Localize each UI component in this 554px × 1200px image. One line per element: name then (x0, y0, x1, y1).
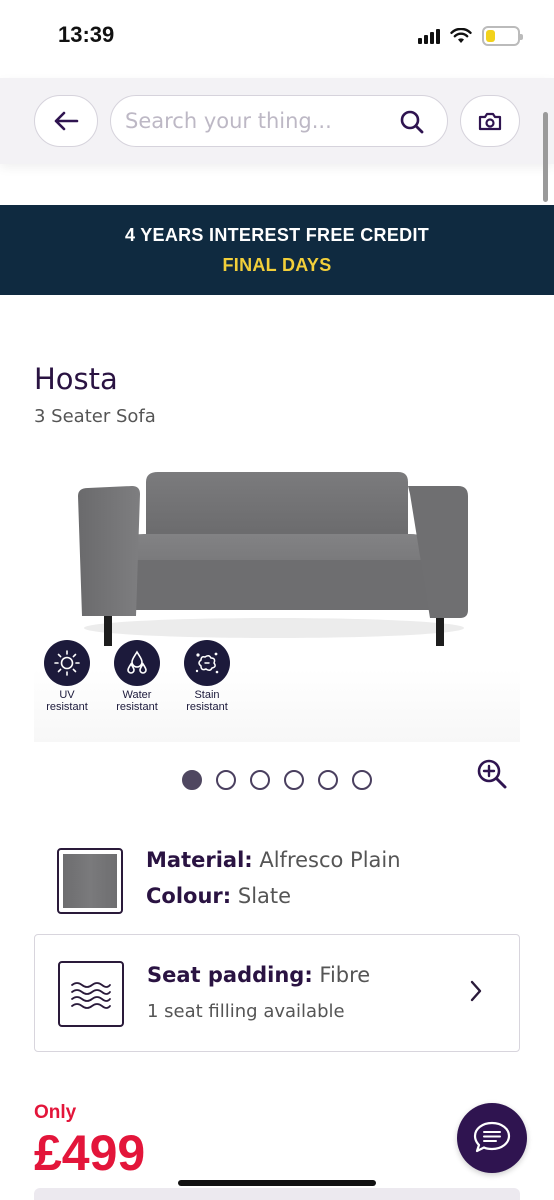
bottom-bar (34, 1188, 520, 1200)
search-header (0, 78, 554, 164)
water-drops-icon (127, 650, 147, 674)
price-value: £499 (34, 1125, 146, 1181)
chat-bubble-icon (473, 1121, 511, 1153)
chat-button[interactable] (457, 1103, 527, 1173)
camera-icon (478, 112, 502, 131)
seat-padding-option[interactable]: Seat padding: Fibre 1 seat filling avail… (34, 934, 520, 1052)
seat-padding-subtitle: 1 seat filling available (147, 1001, 345, 1022)
search-box[interactable] (110, 95, 448, 147)
home-indicator (178, 1180, 376, 1186)
badge-stain-label: Stain resistant (186, 689, 228, 713)
scrollbar[interactable] (543, 112, 548, 202)
promo-subline: FINAL DAYS (222, 255, 332, 275)
fibre-waves-icon (71, 982, 111, 1009)
promo-headline: 4 YEARS INTEREST FREE CREDIT (124, 225, 430, 245)
gallery-dot[interactable] (182, 770, 202, 790)
search-input[interactable] (125, 106, 385, 136)
seat-padding-title: Seat padding: Fibre (147, 963, 371, 987)
battery-icon (482, 26, 523, 46)
feature-badges: UV resistant Water resistant Stain resist (38, 640, 236, 713)
back-button[interactable] (34, 95, 98, 147)
status-time: 13:39 (58, 22, 115, 47)
wifi-icon (450, 28, 472, 43)
gallery-dot[interactable] (352, 770, 372, 790)
badge-uv-label: UV resistant (46, 689, 88, 713)
swatch-color (63, 854, 117, 908)
search-icon[interactable] (399, 109, 425, 135)
product-title: Hosta (34, 362, 118, 396)
product-subtitle: 3 Seater Sofa (34, 406, 156, 427)
camera-search-button[interactable] (460, 95, 520, 147)
arrow-left-icon (54, 111, 79, 131)
status-bar: 13:39 (0, 0, 554, 78)
gallery-dot[interactable] (318, 770, 338, 790)
badge-stain: Stain resistant (178, 640, 236, 713)
colour-row: Colour: Slate (146, 884, 292, 908)
zoom-button[interactable] (476, 758, 508, 794)
gallery-dot[interactable] (250, 770, 270, 790)
promo-banner[interactable]: 4 YEARS INTEREST FREE CREDIT FINAL DAYS (0, 205, 554, 295)
chevron-right-icon (470, 980, 482, 1002)
gallery-dot[interactable] (284, 770, 304, 790)
stain-splash-icon (195, 652, 219, 674)
status-icons (418, 26, 523, 46)
material-row: Material: Alfresco Plain (146, 848, 401, 872)
product-image-gallery[interactable]: UV resistant Water resistant Stain resist (34, 450, 520, 742)
fabric-swatch[interactable] (57, 848, 123, 914)
padding-icon-box (58, 961, 124, 1027)
sofa-image (78, 472, 468, 646)
gallery-dot[interactable] (216, 770, 236, 790)
signal-icon (418, 28, 440, 44)
badge-water: Water resistant (108, 640, 166, 713)
badge-uv: UV resistant (38, 640, 96, 713)
badge-water-label: Water resistant (116, 689, 158, 713)
gallery-pagination (182, 770, 372, 790)
sun-icon (54, 650, 80, 676)
zoom-in-icon (477, 759, 507, 789)
price-label: Only (34, 1102, 77, 1123)
